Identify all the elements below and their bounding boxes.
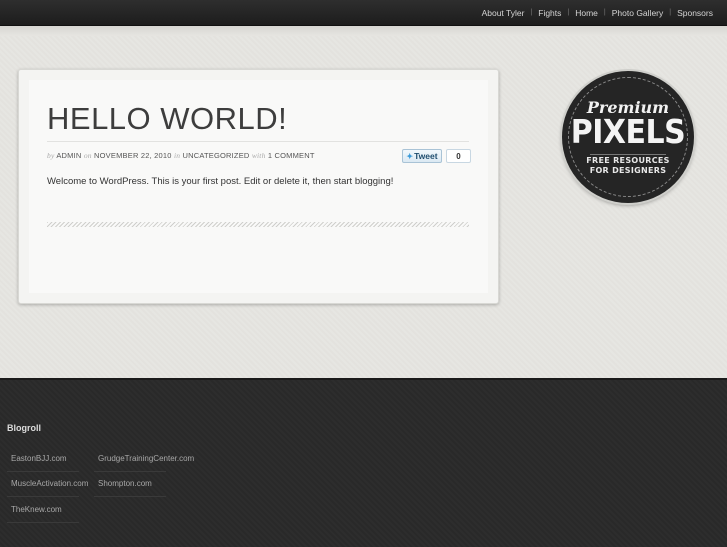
blogroll-divider	[94, 471, 166, 472]
nav-separator: |	[567, 9, 570, 16]
meta-by: by	[47, 151, 55, 160]
badge-tagline-2: FOR DESIGNERS	[589, 166, 667, 175]
blogroll-divider	[94, 496, 166, 497]
badge-tagline-1: FREE RESOURCES	[586, 156, 670, 165]
nav-home[interactable]: Home	[575, 8, 598, 18]
post-body: Welcome to WordPress. This is your first…	[47, 176, 394, 187]
blogroll-title: Blogroll	[7, 423, 41, 433]
nav-separator: |	[669, 9, 672, 16]
post-title[interactable]: HELLO WORLD!	[47, 101, 287, 137]
badge-big-text: PIXELS	[570, 113, 686, 152]
meta-comments-link[interactable]: 1 COMMENT	[268, 151, 315, 160]
meta-in: in	[173, 151, 181, 160]
blogroll-link-muscleactivation[interactable]: MuscleActivation.com	[11, 479, 88, 488]
meta-on: on	[83, 151, 92, 160]
blogroll-link-theknew[interactable]: TheKnew.com	[11, 505, 62, 514]
nav-separator: |	[603, 9, 606, 16]
post-hatch-divider	[47, 222, 469, 227]
blogroll-link-grudgetrainingcenter[interactable]: GrudgeTrainingCenter.com	[98, 454, 194, 463]
blogroll-link-eastonbjj[interactable]: EastonBJJ.com	[11, 454, 67, 463]
premium-pixels-badge[interactable]: Premium PIXELS FREE RESOURCES FOR DESIGN…	[562, 71, 694, 203]
nav-about-tyler[interactable]: About Tyler	[482, 8, 525, 18]
title-divider	[47, 141, 469, 142]
meta-with: with	[251, 151, 266, 160]
nav-separator: |	[530, 9, 533, 16]
twitter-bird-icon: ✦	[406, 151, 414, 161]
blogroll-divider	[7, 522, 79, 523]
meta-category-link[interactable]: UNCATEGORIZED	[182, 151, 249, 160]
footer: Blogroll EastonBJJ.com GrudgeTrainingCen…	[0, 378, 727, 547]
nav-fights[interactable]: Fights	[538, 8, 561, 18]
blogroll-divider	[7, 496, 79, 497]
post-meta: by ADMIN on NOVEMBER 22, 2010 in UNCATEG…	[47, 151, 315, 160]
blogroll-divider	[7, 471, 79, 472]
tweet-button[interactable]: ✦ Tweet	[402, 149, 442, 163]
meta-date: NOVEMBER 22, 2010	[94, 151, 172, 160]
main-nav: About Tyler | Fights | Home | Photo Gall…	[482, 0, 713, 25]
meta-author-link[interactable]: ADMIN	[56, 151, 81, 160]
nav-sponsors[interactable]: Sponsors	[677, 8, 713, 18]
top-navigation-bar: About Tyler | Fights | Home | Photo Gall…	[0, 0, 727, 26]
blogroll-link-shompton[interactable]: Shompton.com	[98, 479, 152, 488]
tweet-count: 0	[446, 149, 471, 163]
badge-divider	[590, 154, 666, 155]
nav-photo-gallery[interactable]: Photo Gallery	[612, 8, 664, 18]
tweet-button-label: Tweet	[414, 151, 438, 161]
header-band	[0, 26, 727, 36]
